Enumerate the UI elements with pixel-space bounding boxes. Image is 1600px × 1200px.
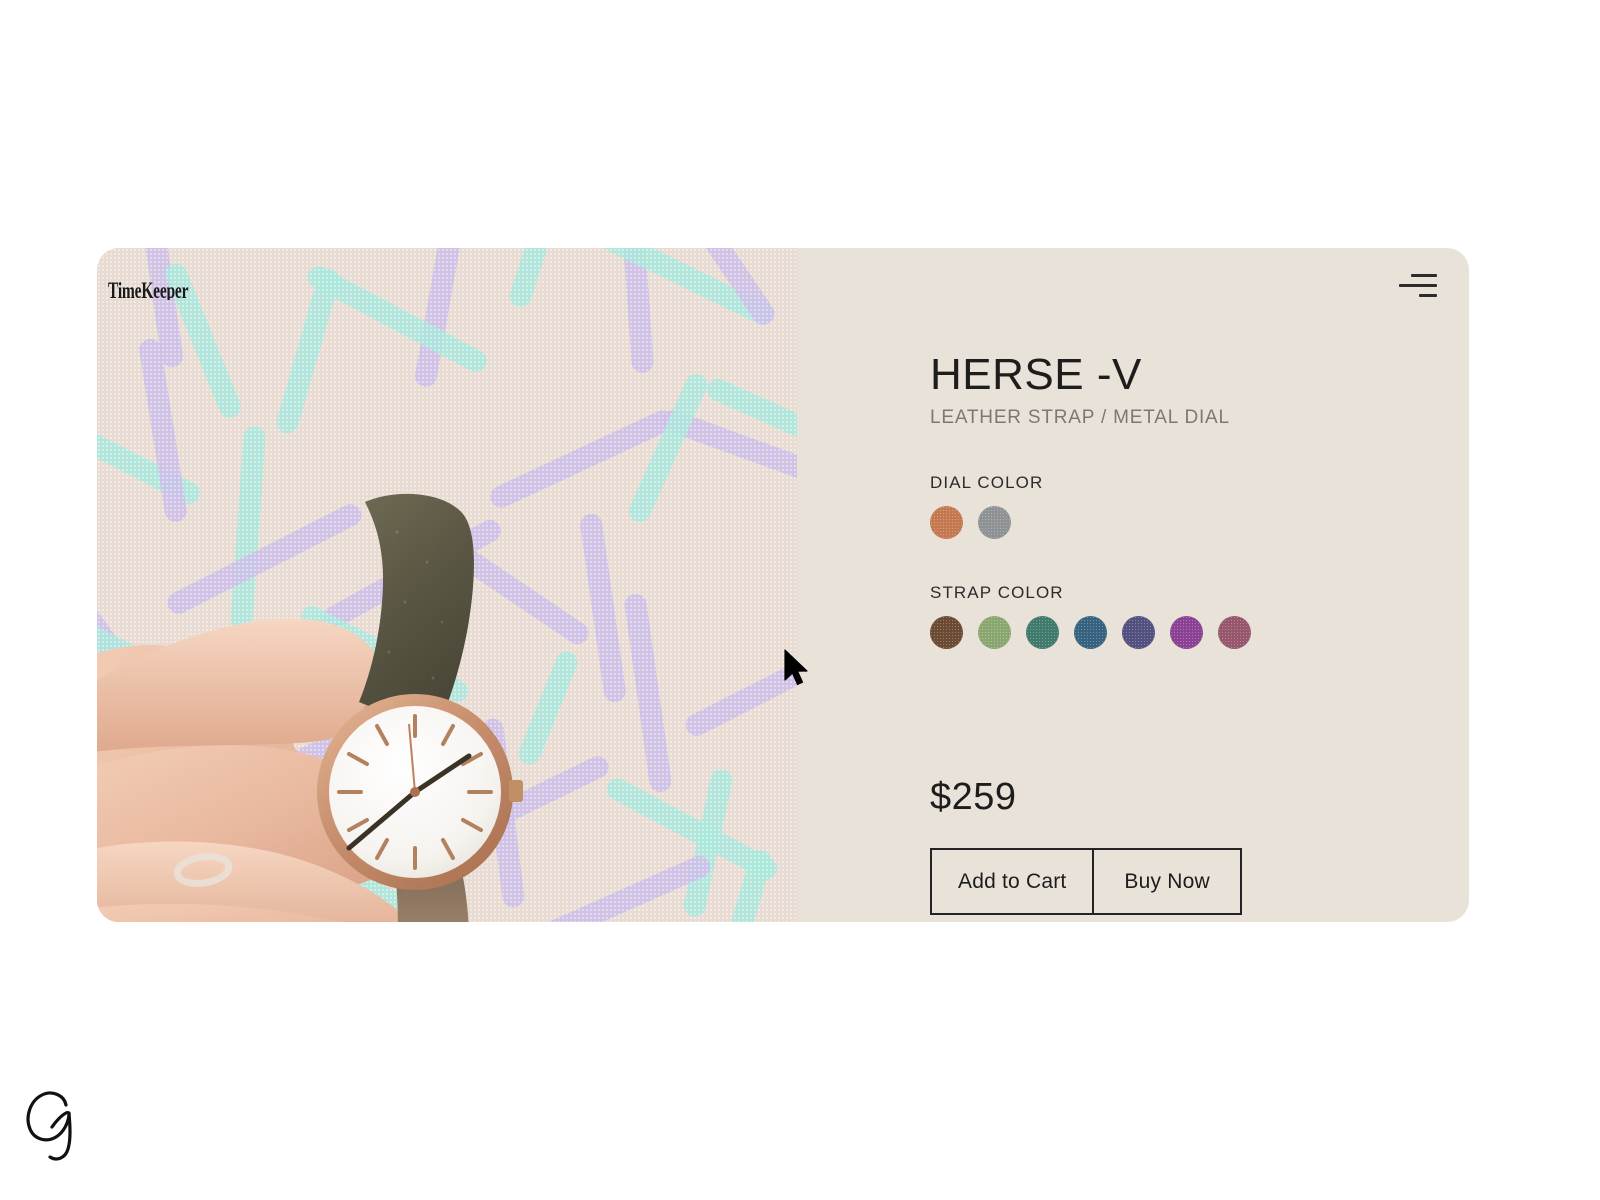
decorative-pattern (97, 248, 797, 922)
add-to-cart-button[interactable]: Add to Cart (930, 848, 1095, 915)
dial-color-label: DIAL COLOR (930, 473, 1044, 493)
strap-color-swatch-olive[interactable] (978, 616, 1011, 650)
action-buttons: Add to Cart Buy Now (930, 848, 1242, 915)
brand-logo[interactable]: TimeKeeper (108, 276, 192, 300)
hamburger-menu-icon[interactable] (1399, 272, 1437, 300)
strap-color-option-group: STRAP COLOR (930, 583, 1360, 650)
hamburger-line-middle (1399, 284, 1437, 287)
product-card: HERSE -V LEATHER STRAP / METAL DIAL DIAL… (97, 248, 1469, 922)
product-details-panel: HERSE -V LEATHER STRAP / METAL DIAL DIAL… (797, 248, 1469, 922)
strap-color-label: STRAP COLOR (930, 583, 1064, 603)
strap-color-swatches (930, 616, 1360, 650)
product-title: HERSE -V (930, 350, 1142, 399)
buy-now-button[interactable]: Buy Now (1094, 848, 1242, 915)
product-subtitle: LEATHER STRAP / METAL DIAL (930, 407, 1230, 429)
strap-color-swatch-mauve[interactable] (1218, 616, 1251, 650)
dial-color-swatch-silver[interactable] (978, 506, 1011, 540)
designer-signature (26, 1091, 72, 1161)
strap-color-swatch-teal[interactable] (1026, 616, 1059, 650)
product-info: HERSE -V LEATHER STRAP / METAL DIAL DIAL… (930, 350, 1360, 650)
hamburger-line-bottom (1419, 294, 1437, 297)
dial-color-swatches (930, 506, 1360, 540)
strap-color-swatch-indigo[interactable] (1122, 616, 1155, 650)
dial-color-option-group: DIAL COLOR (930, 473, 1360, 540)
hamburger-line-top (1411, 274, 1437, 277)
product-image-panel (97, 248, 797, 922)
strap-color-swatch-blue[interactable] (1074, 616, 1107, 650)
product-price: $259 (930, 776, 1017, 818)
strap-color-swatch-brown[interactable] (930, 616, 963, 650)
strap-color-swatch-purple[interactable] (1170, 616, 1203, 650)
brand-logo-text: TimeKeeper (108, 278, 189, 300)
dial-color-swatch-copper[interactable] (930, 506, 963, 540)
